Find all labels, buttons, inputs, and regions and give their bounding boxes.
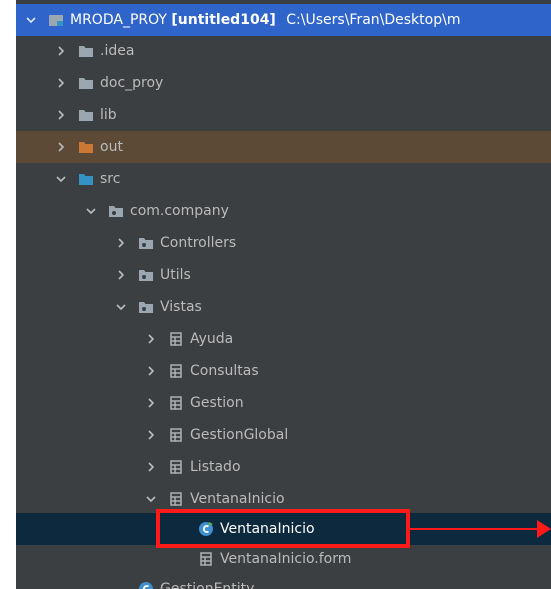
package-icon xyxy=(138,299,154,315)
chevron-right-icon[interactable] xyxy=(54,76,68,90)
chevron-right-icon[interactable] xyxy=(114,268,128,282)
tree-item-utils[interactable]: Utils xyxy=(16,259,551,291)
form-icon xyxy=(168,395,184,411)
tree-item-listado[interactable]: Listado xyxy=(16,451,551,483)
chevron-right-icon[interactable] xyxy=(54,140,68,154)
tree-item-lib[interactable]: lib xyxy=(16,99,551,131)
project-name: MRODA_PROY xyxy=(70,12,167,28)
tree-item-idea[interactable]: .idea xyxy=(16,35,551,67)
form-icon xyxy=(168,331,184,347)
tree-root-label: MRODA_PROY [untitled104] C:\Users\Fran\D… xyxy=(70,4,460,36)
source-folder-icon xyxy=(78,171,94,187)
chevron-right-icon[interactable] xyxy=(54,44,68,58)
project-path: C:\Users\Fran\Desktop\m xyxy=(286,12,461,28)
tree-root-row[interactable]: MRODA_PROY [untitled104] C:\Users\Fran\D… xyxy=(16,4,551,36)
tree-item-label: doc_proy xyxy=(100,75,164,91)
tree-item-label: Vistas xyxy=(160,299,202,315)
chevron-down-icon[interactable] xyxy=(114,300,128,314)
tree-item-doc-proy[interactable]: doc_proy xyxy=(16,67,551,99)
chevron-right-icon[interactable] xyxy=(144,396,158,410)
tree-item-gestionglobal[interactable]: GestionGlobal xyxy=(16,419,551,451)
chevron-right-icon[interactable] xyxy=(54,108,68,122)
chevron-right-icon[interactable] xyxy=(144,332,158,346)
tree-item-label: GestionGlobal xyxy=(190,427,289,443)
tree-item-vistas[interactable]: Vistas xyxy=(16,291,551,323)
tree-item-label: .idea xyxy=(100,43,135,59)
tree-item-gestion[interactable]: Gestion xyxy=(16,387,551,419)
tree-item-label: out xyxy=(100,139,123,155)
annotation-arrow-head-icon xyxy=(537,520,551,538)
tree-item-ayuda[interactable]: Ayuda xyxy=(16,323,551,355)
tree-item-label: Gestion xyxy=(190,395,244,411)
tree-item-label: Utils xyxy=(160,267,191,283)
folder-icon xyxy=(78,107,94,123)
module-name: [untitled104] xyxy=(171,12,276,28)
form-icon xyxy=(168,363,184,379)
form-icon xyxy=(198,551,214,567)
tree-item-label: Controllers xyxy=(160,235,237,251)
annotation-arrow-line xyxy=(410,528,538,530)
tree-item-label: Listado xyxy=(190,459,241,475)
module-folder-icon xyxy=(48,12,64,28)
chevron-down-icon[interactable] xyxy=(84,204,98,218)
tree-item-src[interactable]: src xyxy=(16,163,551,195)
form-icon xyxy=(168,459,184,475)
folder-icon xyxy=(78,75,94,91)
package-icon xyxy=(108,203,124,219)
tree-item-gestionentity[interactable]: GestionEntity xyxy=(16,573,551,589)
tree-item-com-company[interactable]: com.company xyxy=(16,195,551,227)
excluded-folder-icon xyxy=(78,139,94,155)
package-icon xyxy=(138,267,154,283)
tree-item-out[interactable]: out xyxy=(16,131,551,163)
tree-item-label: lib xyxy=(100,107,117,123)
chevron-right-icon[interactable] xyxy=(144,364,158,378)
package-icon xyxy=(138,235,154,251)
tree-item-consultas[interactable]: Consultas xyxy=(16,355,551,387)
tree-item-label: GestionEntity xyxy=(160,581,255,589)
chevron-down-icon[interactable] xyxy=(144,492,158,506)
chevron-right-icon[interactable] xyxy=(144,428,158,442)
form-icon xyxy=(168,427,184,443)
chevron-down-icon[interactable] xyxy=(54,172,68,186)
tree-item-label: Ayuda xyxy=(190,331,234,347)
chevron-right-icon[interactable] xyxy=(144,460,158,474)
project-tree: MRODA_PROY [untitled104] C:\Users\Fran\D… xyxy=(16,0,551,589)
tree-item-label: Consultas xyxy=(190,363,259,379)
tree-item-controllers[interactable]: Controllers xyxy=(16,227,551,259)
java-class-icon xyxy=(138,581,154,589)
annotation-highlight-box xyxy=(156,509,410,548)
folder-icon xyxy=(78,43,94,59)
chevron-right-icon[interactable] xyxy=(114,236,128,250)
chevron-down-icon[interactable] xyxy=(24,13,38,27)
tree-item-label: com.company xyxy=(130,203,229,219)
form-icon xyxy=(168,491,184,507)
tree-item-label: src xyxy=(100,171,121,187)
